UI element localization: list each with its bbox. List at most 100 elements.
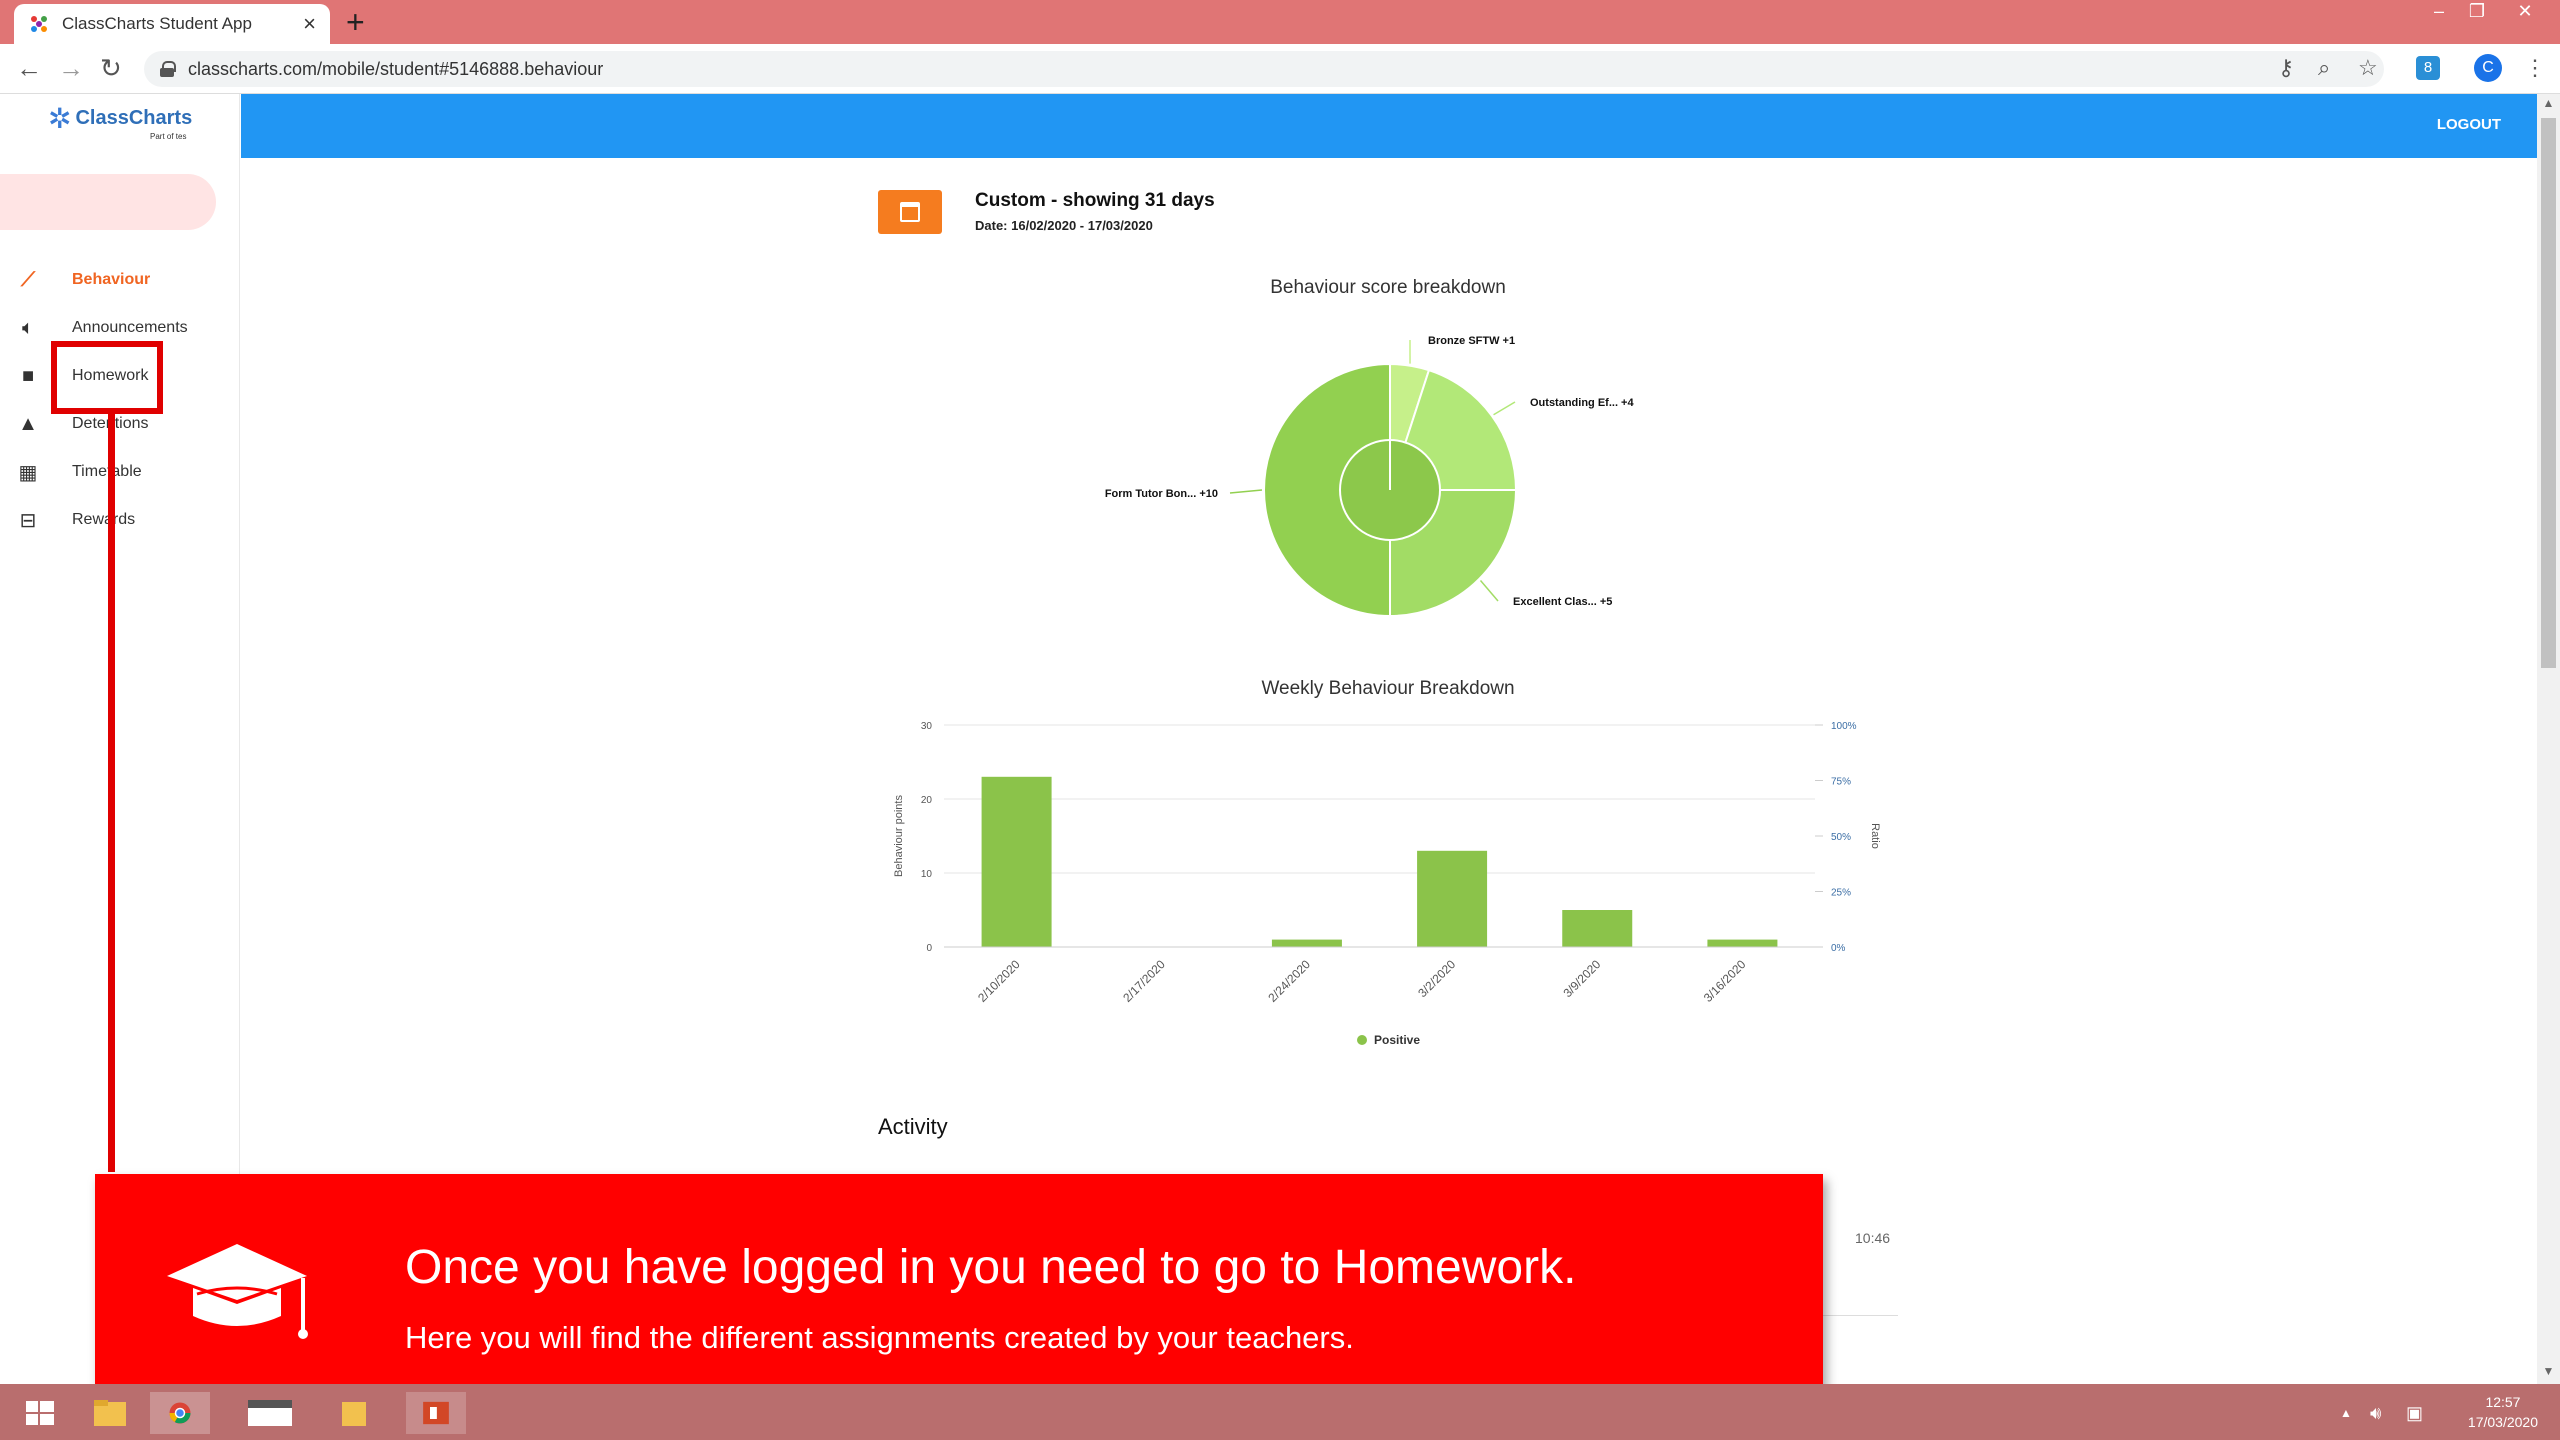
bookmark-star-icon[interactable]: ☆: [2358, 56, 2378, 80]
graduation-cap-icon: [167, 1244, 308, 1339]
date-picker-button[interactable]: [878, 190, 942, 234]
x-tick-label: 2/17/2020: [1120, 957, 1168, 1005]
y2-tick-label: 100%: [1831, 721, 1857, 732]
back-arrow-icon[interactable]: ←: [16, 54, 42, 82]
x-tick-label: 3/9/2020: [1560, 957, 1603, 1000]
pie-label-connector: [1493, 401, 1516, 416]
x-tick-label: 2/24/2020: [1265, 957, 1313, 1005]
speaker-icon: 🔈︎: [22, 316, 34, 339]
tray-clock[interactable]: 12:57 17/03/2020: [2468, 1392, 2538, 1432]
sims-app-icon[interactable]: [240, 1392, 300, 1434]
reload-icon[interactable]: ↻: [100, 54, 122, 82]
powerpoint-icon[interactable]: [406, 1392, 466, 1434]
sidebar-item-label: Rewards: [72, 511, 136, 528]
bar[interactable]: [1707, 939, 1778, 947]
y2-axis-label: Ratio: [1869, 823, 1881, 849]
browser-toolbar: ← → ↻ classcharts.com/mobile/student#514…: [0, 44, 2560, 94]
y2-tick-label: 25%: [1831, 888, 1851, 899]
url-text: classcharts.com/mobile/student#5146888.b…: [188, 58, 604, 79]
new-tab-icon[interactable]: +: [346, 4, 365, 40]
menu-dots-icon[interactable]: ⋮: [2524, 56, 2546, 80]
scroll-thumb[interactable]: [2541, 118, 2556, 668]
homework-highlight-box: [51, 341, 163, 414]
y-tick-label: 20: [921, 795, 933, 806]
x-tick-label: 3/16/2020: [1701, 957, 1749, 1005]
y2-tick-label: 75%: [1831, 777, 1851, 788]
sidebar-item-behaviour[interactable]: ⟋ Behaviour: [0, 260, 230, 300]
activity-time: 10:46: [1855, 1230, 1891, 1246]
bar[interactable]: [1271, 939, 1342, 947]
sidebar-item-rewards[interactable]: ⊟ Rewards: [0, 500, 230, 540]
scroll-down-icon[interactable]: ▼: [2537, 1364, 2560, 1378]
bar[interactable]: [1562, 910, 1633, 947]
bar-chart-title: Weekly Behaviour Breakdown: [1261, 678, 1515, 699]
y2-tick-label: 50%: [1831, 832, 1851, 843]
scroll-up-icon[interactable]: ▲: [2537, 96, 2560, 110]
pie-chart-title: Behaviour score breakdown: [1270, 277, 1506, 298]
classcharts-logo[interactable]: ✲ ClassCharts Part of tes: [48, 102, 192, 141]
legend-marker[interactable]: [1357, 1035, 1367, 1045]
windows-taskbar: ▲ 🔊︎ ▣ 12:57 17/03/2020: [0, 1384, 2560, 1440]
file-explorer-icon[interactable]: [80, 1392, 140, 1434]
pie-label-connector: [1229, 489, 1263, 494]
sidebar-item-label: Behaviour: [72, 271, 151, 288]
student-name-pill[interactable]: [0, 174, 216, 230]
warning-icon: ▲: [18, 412, 38, 435]
sidebar-item-label: Timetable: [72, 463, 142, 480]
range-date: Date: 16/02/2020 - 17/03/2020: [975, 218, 1153, 233]
page-scrollbar[interactable]: ▲ ▼: [2537, 94, 2560, 1384]
profile-avatar[interactable]: C: [2474, 54, 2502, 82]
tray-date: 17/03/2020: [2467, 1414, 2538, 1430]
trend-icon: ⟋: [21, 268, 35, 291]
extension-icon[interactable]: 8: [2416, 56, 2440, 80]
y-axis-label: Behaviour points: [893, 795, 905, 877]
pie-slice-label: Bronze SFTW +1: [1428, 335, 1515, 347]
table-icon: ▦: [18, 461, 38, 484]
pie-slice-label: Form Tutor Bon... +10: [1105, 488, 1218, 500]
banner-title: Once you have logged in you need to go t…: [405, 1241, 1577, 1294]
folder-icon[interactable]: [324, 1392, 384, 1434]
calendar-icon: [900, 202, 920, 222]
lock-icon: [160, 61, 176, 77]
x-tick-label: 2/10/2020: [975, 957, 1023, 1005]
instruction-banner: Once you have logged in you need to go t…: [95, 1174, 1823, 1414]
network-icon[interactable]: ▣: [2406, 1392, 2436, 1434]
weekly-bar-chart: 0 10 20 30 0% 25% 50% 75% 100% Behaviour points Ra…: [893, 721, 1881, 1047]
bar[interactable]: [981, 776, 1052, 947]
key-icon[interactable]: ⚷: [2278, 56, 2294, 80]
close-tab-icon[interactable]: ×: [303, 11, 316, 37]
chrome-icon[interactable]: [150, 1392, 210, 1434]
legend-label[interactable]: Positive: [1374, 1033, 1420, 1047]
range-title: Custom - showing 31 days: [975, 190, 1215, 211]
windows-start-icon[interactable]: [10, 1392, 70, 1434]
app-header: LOGOUT: [241, 94, 2537, 158]
logo-mark-icon: ✲: [48, 103, 72, 134]
window-close-icon[interactable]: ✕: [2500, 0, 2550, 24]
gift-icon: ⊟: [19, 509, 37, 532]
bar[interactable]: [1417, 850, 1488, 947]
behaviour-pie-chart: Bronze SFTW +1 Outstanding Ef... +4 Excell…: [1105, 335, 1634, 618]
address-bar[interactable]: classcharts.com/mobile/student#5146888.b…: [144, 51, 2384, 87]
volume-icon[interactable]: 🔊︎: [2370, 1392, 2400, 1434]
y-tick-label: 0: [926, 943, 932, 954]
browser-tab[interactable]: ClassCharts Student App ×: [14, 4, 330, 44]
zoom-icon[interactable]: ⌕: [2318, 56, 2330, 80]
sidebar-item-timetable[interactable]: ▦ Timetable: [0, 452, 230, 492]
browser-titlebar: ClassCharts Student App × + – ❐ ✕: [0, 0, 2560, 44]
tab-title: ClassCharts Student App: [62, 14, 252, 33]
pie-slice-label: Excellent Clas... +5: [1513, 596, 1612, 608]
x-tick-label: 3/2/2020: [1415, 957, 1458, 1000]
y2-tick-label: 0%: [1831, 943, 1846, 954]
y-tick-label: 10: [921, 869, 933, 880]
pie-label-connector: [1479, 580, 1499, 602]
restore-icon[interactable]: ❐: [2452, 0, 2502, 24]
pie-slice-label: Outstanding Ef... +4: [1530, 397, 1634, 409]
activity-heading: Activity: [878, 1114, 948, 1139]
logo-subtext: Part of tes: [150, 132, 187, 141]
tray-time: 12:57: [2485, 1394, 2521, 1410]
y-tick-label: 30: [921, 721, 933, 732]
tray-chevron-icon[interactable]: ▲: [2340, 1392, 2360, 1434]
briefcase-icon: ■: [21, 364, 35, 387]
logout-button[interactable]: LOGOUT: [2437, 116, 2501, 133]
forward-arrow-icon[interactable]: →: [58, 54, 84, 82]
